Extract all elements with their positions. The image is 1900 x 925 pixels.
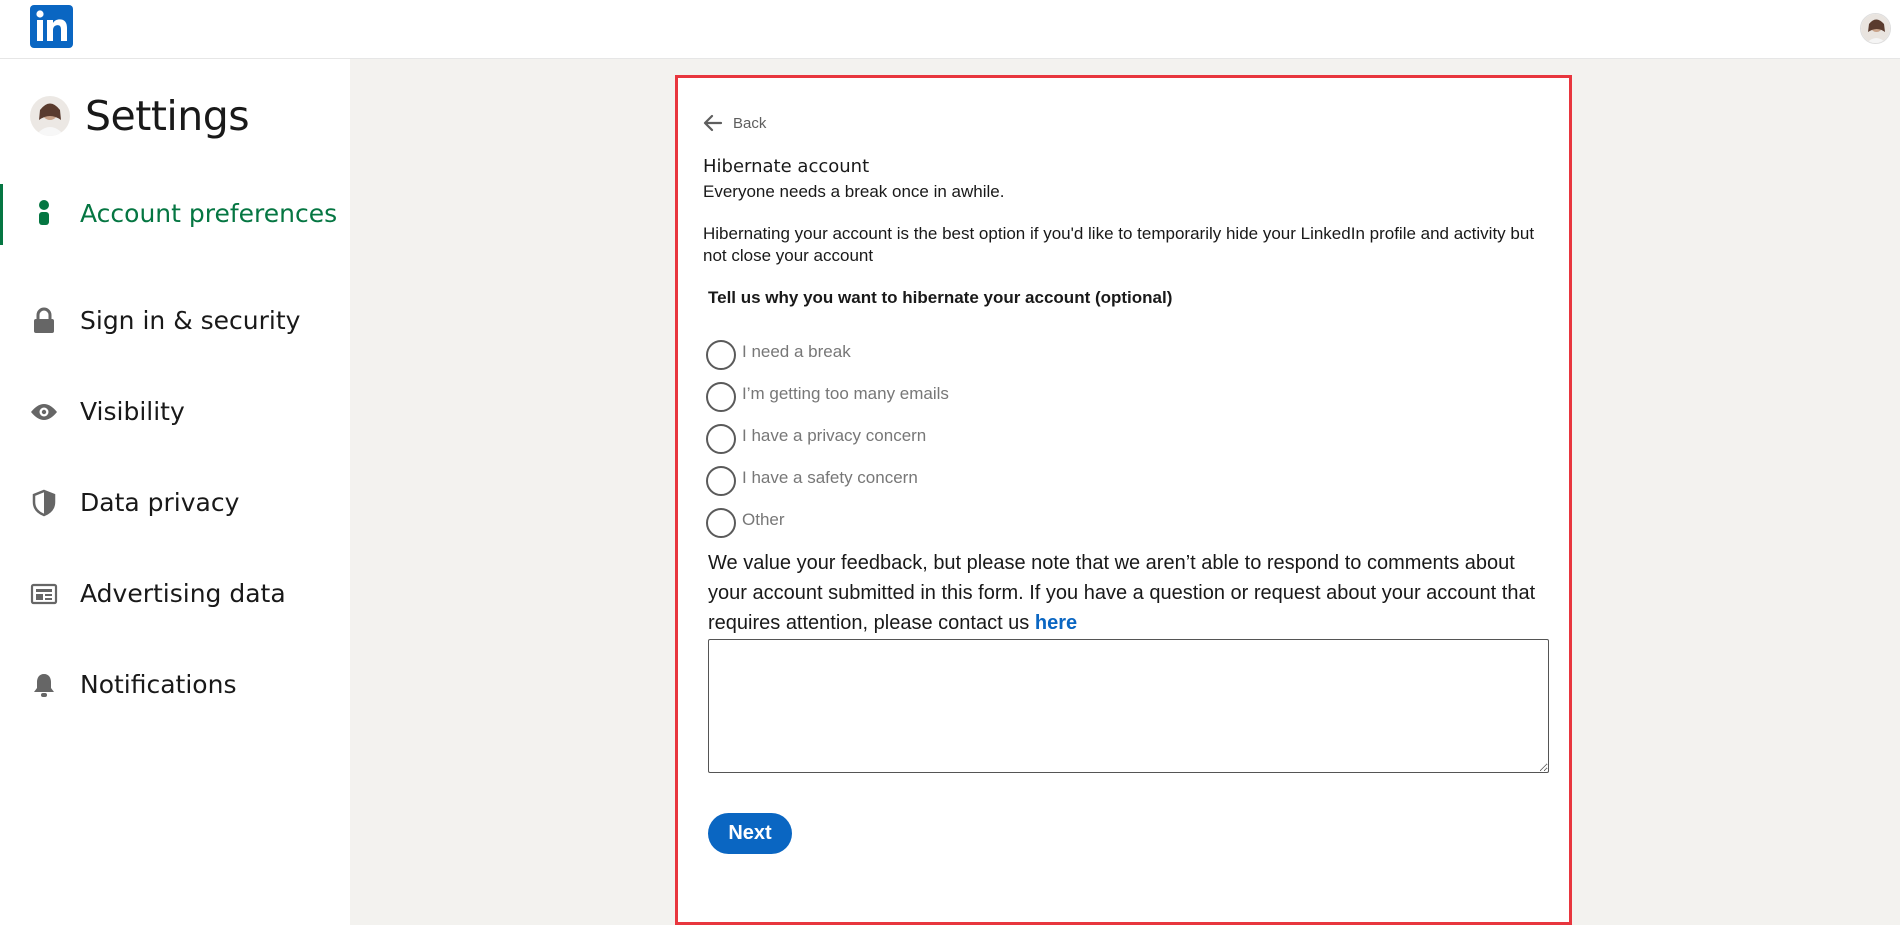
newspaper-icon: [30, 580, 58, 608]
profile-avatar[interactable]: [1860, 13, 1891, 44]
section-description: Hibernating your account is the best opt…: [703, 224, 1535, 265]
sidebar-item-label: Sign in & security: [80, 306, 301, 335]
reason-option[interactable]: I have a privacy concern: [706, 418, 949, 460]
feedback-notice: We value your feedback, but please note …: [708, 548, 1558, 638]
sidebar-item-notifications[interactable]: Notifications: [0, 639, 350, 730]
section-title: Hibernate account: [703, 156, 870, 177]
next-button[interactable]: Next: [708, 813, 792, 854]
sidebar-item-account-preferences[interactable]: Account preferences: [0, 184, 350, 275]
radio-label: I have a privacy concern: [742, 426, 927, 445]
reason-question: Tell us why you want to hibernate your a…: [708, 288, 1173, 307]
radio-button[interactable]: [706, 340, 736, 370]
radio-button[interactable]: [706, 508, 736, 538]
feedback-textarea[interactable]: [708, 639, 1549, 773]
radio-label: I have a safety concern: [742, 468, 918, 487]
section-subtitle: Everyone needs a break once in awhile.: [703, 182, 1005, 201]
arrow-left-icon: [703, 112, 725, 134]
sidebar-item-visibility[interactable]: Visibility: [0, 366, 350, 457]
lock-icon: [30, 307, 58, 335]
page-title: Settings: [85, 92, 250, 140]
linkedin-logo[interactable]: [30, 5, 73, 48]
reason-option[interactable]: I need a break: [706, 334, 949, 376]
sidebar-item-label: Visibility: [80, 397, 185, 426]
top-navbar: [0, 0, 1900, 59]
sidebar-item-label: Account preferences: [80, 199, 338, 228]
radio-button[interactable]: [706, 466, 736, 496]
sidebar-item-sign-in-security[interactable]: Sign in & security: [0, 275, 350, 366]
feedback-text: We value your feedback, but please note …: [708, 552, 1536, 634]
settings-nav: Account preferences Sign in & security V…: [0, 184, 350, 730]
sidebar-item-label: Notifications: [80, 670, 237, 699]
avatar: [30, 96, 70, 136]
reason-option[interactable]: I’m getting too many emails: [706, 376, 949, 418]
sidebar-item-label: Advertising data: [80, 579, 286, 608]
reason-options: I need a break I’m getting too many emai…: [706, 334, 949, 544]
person-icon: [30, 199, 58, 227]
sidebar-item-advertising-data[interactable]: Advertising data: [0, 548, 350, 639]
contact-us-link[interactable]: here: [1035, 612, 1077, 634]
radio-label: I need a break: [742, 342, 851, 361]
back-button[interactable]: Back: [703, 112, 766, 134]
bell-icon: [30, 671, 58, 699]
reason-option[interactable]: I have a safety concern: [706, 460, 949, 502]
settings-sidebar: Settings Account preferences Sign in & s…: [0, 59, 350, 925]
eye-icon: [30, 398, 58, 426]
reason-option[interactable]: Other: [706, 502, 949, 544]
linkedin-logo-icon: [36, 10, 67, 41]
radio-label: Other: [742, 510, 785, 529]
back-label: Back: [733, 114, 767, 132]
radio-button[interactable]: [706, 382, 736, 412]
sidebar-header: Settings: [30, 92, 250, 140]
radio-label: I’m getting too many emails: [742, 384, 949, 403]
sidebar-item-label: Data privacy: [80, 488, 240, 517]
hibernate-account-panel: Back Hibernate account Everyone needs a …: [675, 75, 1572, 925]
shield-icon: [30, 489, 58, 517]
radio-button[interactable]: [706, 424, 736, 454]
sidebar-item-data-privacy[interactable]: Data privacy: [0, 457, 350, 548]
